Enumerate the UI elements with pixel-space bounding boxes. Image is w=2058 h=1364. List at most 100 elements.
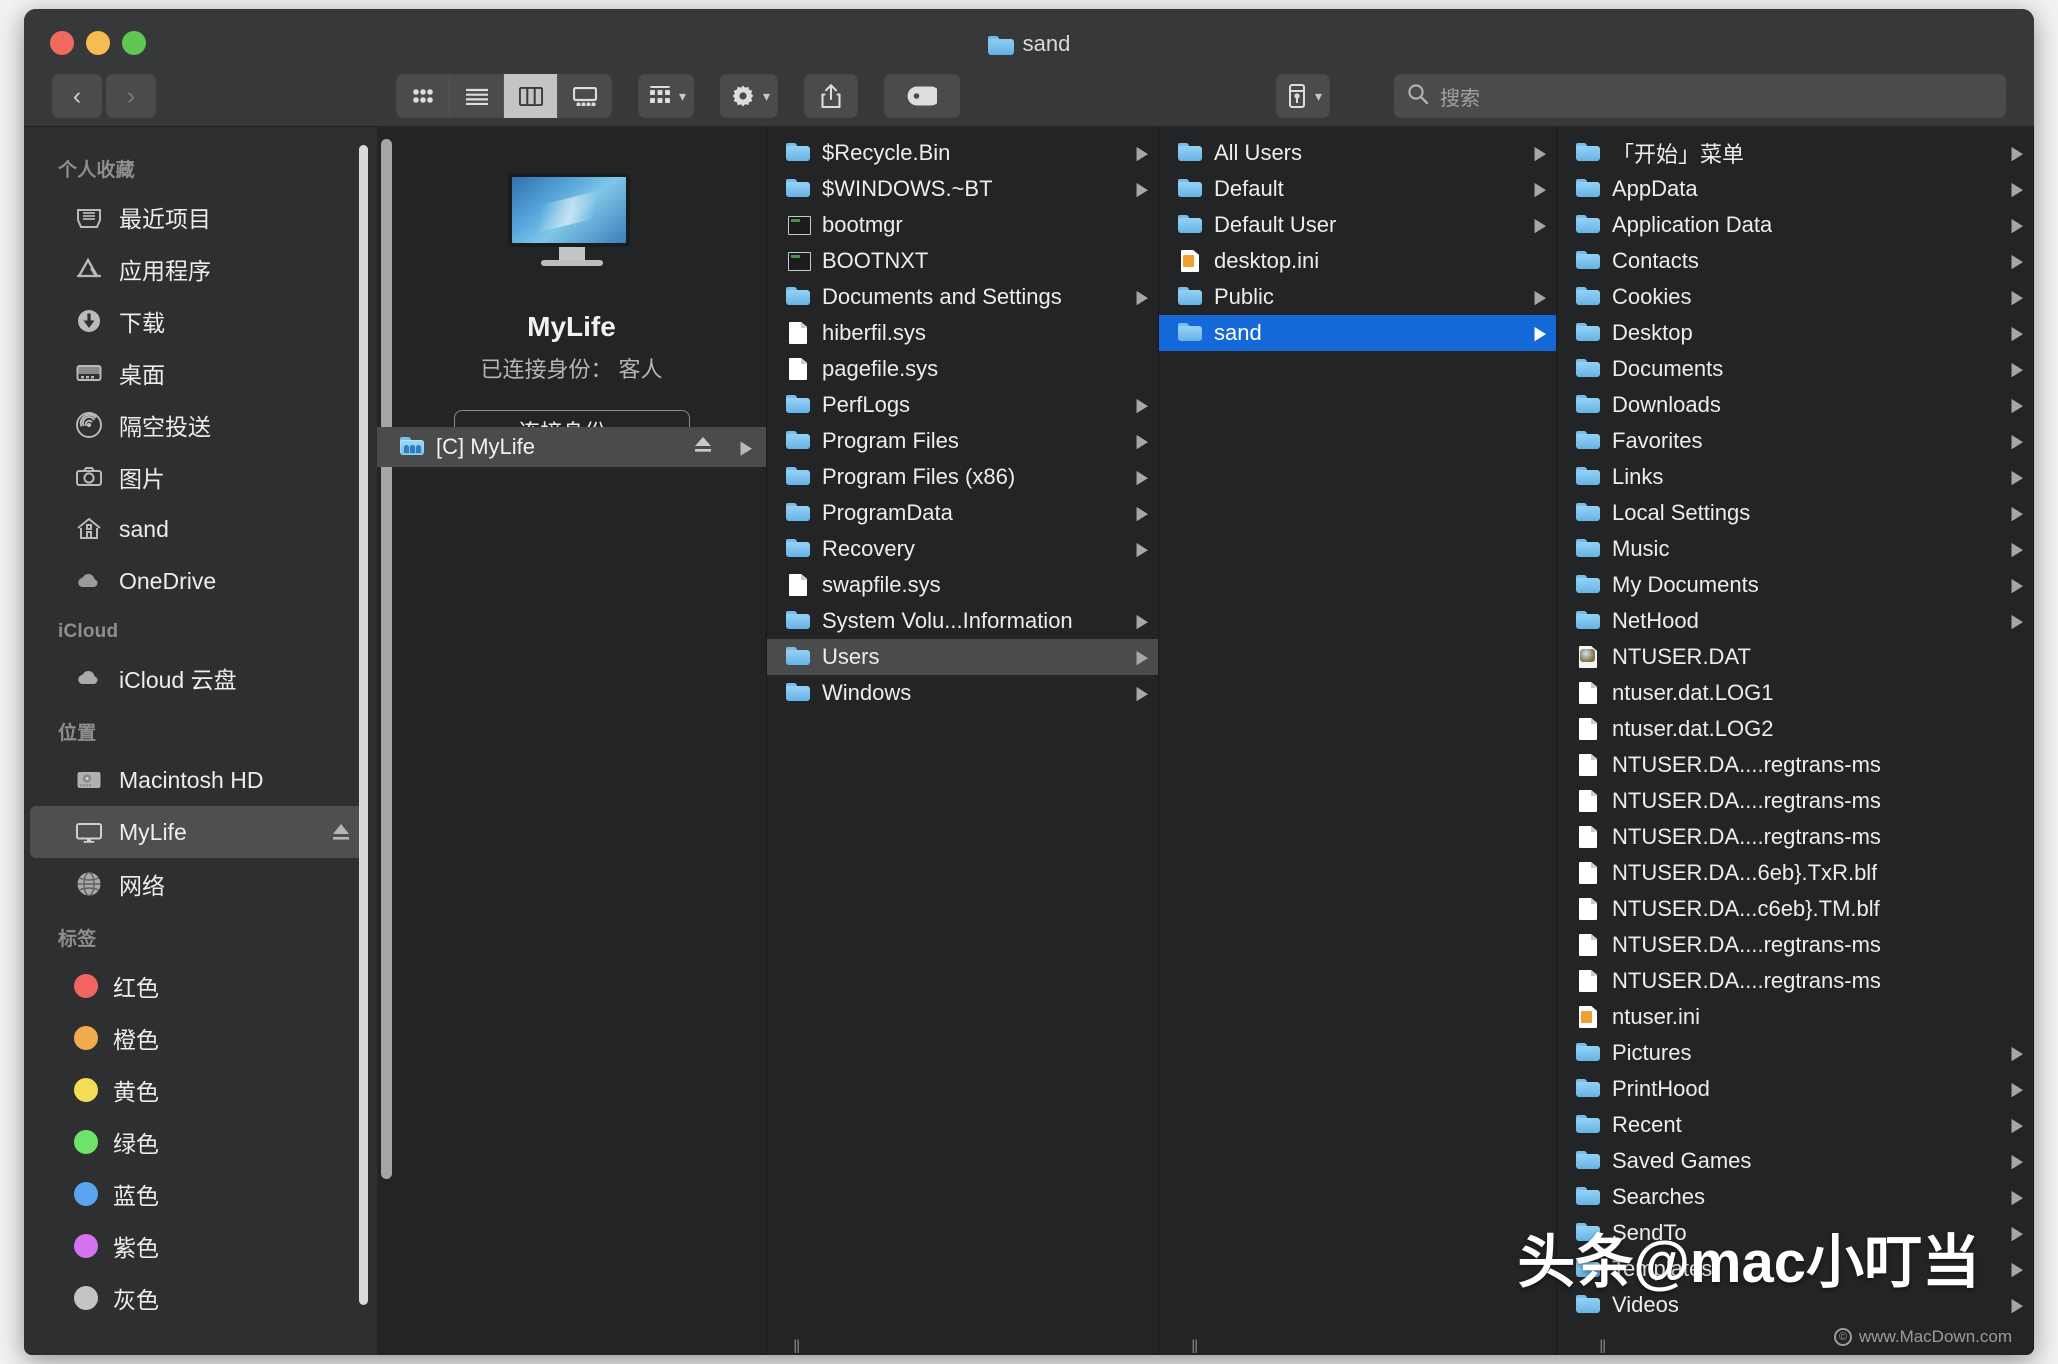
list-item[interactable]: Local Settings ▶ <box>1557 495 2033 531</box>
list-item[interactable]: Saved Games ▶ <box>1557 1143 2033 1179</box>
list-item[interactable]: Desktop ▶ <box>1557 315 2033 351</box>
list-item[interactable]: ntuser.ini <box>1557 999 2033 1035</box>
sidebar-tag-orange[interactable]: 橙色 <box>30 1012 367 1064</box>
list-item[interactable]: 「开始」菜单 ▶ <box>1557 135 2033 171</box>
list-item[interactable]: ntuser.dat.LOG2 <box>1557 711 2033 747</box>
list-item[interactable]: bootmgr <box>767 207 1158 243</box>
volume-row[interactable]: [C] MyLife ▶ <box>377 427 766 467</box>
list-item[interactable]: NetHood ▶ <box>1557 603 2033 639</box>
sidebar-item-applications[interactable]: 应用程序 <box>30 243 367 295</box>
cloud-icon <box>74 566 104 596</box>
list-item[interactable]: NTUSER.DAT <box>1557 639 2033 675</box>
tags-button[interactable] <box>884 74 961 118</box>
forward-button[interactable]: › <box>106 74 156 118</box>
share-button[interactable] <box>804 74 859 118</box>
list-item[interactable]: Downloads ▶ <box>1557 387 2033 423</box>
list-item[interactable]: Templates ▶ <box>1557 1251 2033 1287</box>
eject-icon[interactable] <box>331 821 351 843</box>
column-resize-grip[interactable]: ‖ <box>1599 1337 1613 1355</box>
sidebar-tag-gray[interactable]: 灰色 <box>30 1272 367 1324</box>
sidebar-item-mylife[interactable]: MyLife <box>30 806 367 858</box>
group-by-button[interactable]: ▾ <box>638 74 695 118</box>
list-item[interactable]: BOOTNXT <box>767 243 1158 279</box>
sidebar-tag-purple[interactable]: 紫色 <box>30 1220 367 1272</box>
gallery-view-button[interactable] <box>558 74 612 118</box>
column-resize-grip[interactable]: ‖ <box>793 1337 807 1355</box>
list-item[interactable]: Public ▶ <box>1159 279 1556 315</box>
list-item[interactable]: desktop.ini <box>1159 243 1556 279</box>
list-item[interactable]: pagefile.sys <box>767 351 1158 387</box>
list-item[interactable]: Default ▶ <box>1159 171 1556 207</box>
list-item[interactable]: PerfLogs ▶ <box>767 387 1158 423</box>
sidebar-scrollbar[interactable] <box>359 145 368 1305</box>
list-item[interactable]: Links ▶ <box>1557 459 2033 495</box>
list-item[interactable]: AppData ▶ <box>1557 171 2033 207</box>
list-item[interactable]: PrintHood ▶ <box>1557 1071 2033 1107</box>
sidebar-item-onedrive[interactable]: OneDrive <box>30 555 367 607</box>
sidebar-item-desktop[interactable]: 桌面 <box>30 347 367 399</box>
list-item[interactable]: Music ▶ <box>1557 531 2033 567</box>
list-item[interactable]: Default User ▶ <box>1159 207 1556 243</box>
list-item[interactable]: Recent ▶ <box>1557 1107 2033 1143</box>
sidebar-item-recents[interactable]: 最近项目 <box>30 191 367 243</box>
list-item[interactable]: Documents ▶ <box>1557 351 2033 387</box>
back-button[interactable]: ‹ <box>52 74 102 118</box>
list-item[interactable]: Application Data ▶ <box>1557 207 2033 243</box>
sidebar-item-home[interactable]: sand <box>30 503 367 555</box>
list-item[interactable]: System Volu...Information ▶ <box>767 603 1158 639</box>
sidebar-tag-yellow[interactable]: 黄色 <box>30 1064 367 1116</box>
list-item[interactable]: NTUSER.DA...c6eb}.TM.blf <box>1557 891 2033 927</box>
list-item[interactable]: Videos ▶ <box>1557 1287 2033 1323</box>
column-resize-grip[interactable]: ‖ <box>1191 1337 1205 1355</box>
sidebar-tag-red[interactable]: 红色 <box>30 960 367 1012</box>
sidebar-item-pictures[interactable]: 图片 <box>30 451 367 503</box>
list-item[interactable]: Contacts ▶ <box>1557 243 2033 279</box>
list-item[interactable]: hiberfil.sys <box>767 315 1158 351</box>
list-item[interactable]: ntuser.dat.LOG1 <box>1557 675 2033 711</box>
sidebar-tag-blue[interactable]: 蓝色 <box>30 1168 367 1220</box>
list-item[interactable]: $WINDOWS.~BT ▶ <box>767 171 1158 207</box>
list-item[interactable]: SendTo ▶ <box>1557 1215 2033 1251</box>
list-item[interactable]: NTUSER.DA....regtrans-ms <box>1557 747 2033 783</box>
list-item[interactable]: NTUSER.DA....regtrans-ms <box>1557 819 2033 855</box>
list-item-selected[interactable]: sand ▶ <box>1159 315 1556 351</box>
list-item[interactable]: My Documents ▶ <box>1557 567 2033 603</box>
list-item-selected[interactable]: Users ▶ <box>767 639 1158 675</box>
list-item[interactable]: All Users ▶ <box>1159 135 1556 171</box>
preview-scrollbar[interactable] <box>381 139 392 1179</box>
list-item[interactable]: Recovery ▶ <box>767 531 1158 567</box>
list-item[interactable]: NTUSER.DA....regtrans-ms <box>1557 783 2033 819</box>
imac-display-icon <box>507 173 636 277</box>
action-menu-button[interactable]: ▾ <box>720 74 779 118</box>
file-list: 「开始」菜单 ▶ AppData ▶ Application Data ▶ Conta… <box>1557 127 2033 1323</box>
list-item[interactable]: Windows ▶ <box>767 675 1158 711</box>
list-item[interactable]: Pictures ▶ <box>1557 1035 2033 1071</box>
search-input[interactable]: 搜索 <box>1440 82 1480 111</box>
list-item[interactable]: NTUSER.DA...6eb}.TxR.blf <box>1557 855 2033 891</box>
list-item[interactable]: Program Files ▶ <box>767 423 1158 459</box>
sidebar-tag-green[interactable]: 绿色 <box>30 1116 367 1168</box>
dropbox-button[interactable]: ▾ <box>1275 74 1330 118</box>
sidebar-item-macintosh-hd[interactable]: Macintosh HD <box>30 754 367 806</box>
list-item[interactable]: $Recycle.Bin ▶ <box>767 135 1158 171</box>
list-item[interactable]: Searches ▶ <box>1557 1179 2033 1215</box>
list-item[interactable]: Program Files (x86) ▶ <box>767 459 1158 495</box>
sidebar-item-downloads[interactable]: 下载 <box>30 295 367 347</box>
eject-icon[interactable] <box>693 433 713 461</box>
column-view-button[interactable] <box>504 74 558 118</box>
list-item[interactable]: swapfile.sys <box>767 567 1158 603</box>
icon-view-button[interactable] <box>396 74 450 118</box>
list-item[interactable]: Documents and Settings ▶ <box>767 279 1158 315</box>
list-item[interactable]: NTUSER.DA....regtrans-ms <box>1557 963 2033 999</box>
list-item[interactable]: ProgramData ▶ <box>767 495 1158 531</box>
sidebar-item-airdrop[interactable]: 隔空投送 <box>30 399 367 451</box>
list-item[interactable]: NTUSER.DA....regtrans-ms <box>1557 927 2033 963</box>
sidebar-item-icloud-drive[interactable]: iCloud 云盘 <box>30 652 367 704</box>
list-item[interactable]: Cookies ▶ <box>1557 279 2033 315</box>
list-view-button[interactable] <box>450 74 504 118</box>
column-users: All Users ▶ Default ▶ Default User ▶ deskto… <box>1159 127 1557 1355</box>
sidebar-item-network[interactable]: 网络 <box>30 858 367 910</box>
item-label: NTUSER.DA....regtrans-ms <box>1612 932 1881 957</box>
folder-icon <box>1177 284 1203 310</box>
list-item[interactable]: Favorites ▶ <box>1557 423 2033 459</box>
